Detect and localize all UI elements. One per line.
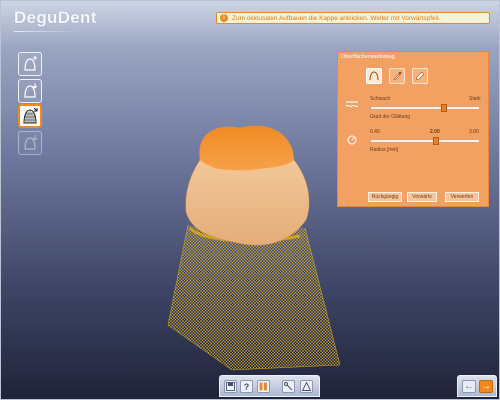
save-icon: [226, 382, 235, 391]
smoothing-icon: [345, 101, 359, 108]
warning-icon: [302, 382, 311, 391]
apply-button[interactable]: Verwerfen: [445, 192, 479, 202]
svg-text:?: ?: [244, 382, 250, 391]
columns-icon: [259, 382, 267, 391]
back-button[interactable]: ←: [462, 380, 476, 393]
cap-tool-icon: [369, 71, 379, 81]
brush-tool-icon: [393, 71, 402, 81]
smoothing-slider[interactable]: [370, 104, 480, 112]
radius-icon: [347, 135, 357, 145]
smoothing-max-label: Stark: [469, 96, 481, 102]
preview-button[interactable]: Vorwärts: [407, 192, 437, 202]
radius-min-label: 0.40: [370, 129, 380, 135]
forward-button[interactable]: →: [479, 380, 493, 393]
tools-icon: [284, 382, 293, 391]
preparation-mesh: [167, 224, 341, 371]
panel-tool-icons: [366, 68, 428, 84]
pen-tool-button[interactable]: [412, 68, 428, 84]
smoothing-min-label: Schwach: [370, 96, 391, 102]
surface-tool-panel: Oberflächenwerkzeug Schwach Stark Grad d…: [337, 51, 489, 207]
tools-button[interactable]: [282, 380, 295, 393]
warning-button[interactable]: [300, 380, 313, 393]
navigation-bar: ← →: [457, 375, 497, 397]
bottom-toolbar: ?: [219, 375, 320, 397]
undo-button[interactable]: Rückgängig: [368, 192, 402, 202]
brush-tool-button[interactable]: [389, 68, 405, 84]
help-icon: ?: [244, 382, 250, 391]
pen-tool-icon: [415, 71, 425, 81]
smoothing-caption: Grad der Glättung: [370, 114, 411, 120]
cap-tool-button[interactable]: [366, 68, 382, 84]
panel-title: Oberflächenwerkzeug: [341, 54, 395, 60]
help-button[interactable]: ?: [240, 380, 253, 393]
smoothing-slider-thumb[interactable]: [441, 104, 447, 112]
crown-cap[interactable]: [185, 125, 310, 246]
radius-slider-thumb[interactable]: [433, 137, 439, 145]
columns-button[interactable]: [257, 380, 270, 393]
radius-caption: Radius [mm]: [370, 147, 399, 153]
radius-slider[interactable]: [370, 137, 480, 145]
save-button[interactable]: [224, 380, 237, 393]
radius-value-label: 2.00: [430, 129, 440, 135]
radius-max-label: 3.00: [469, 129, 479, 135]
